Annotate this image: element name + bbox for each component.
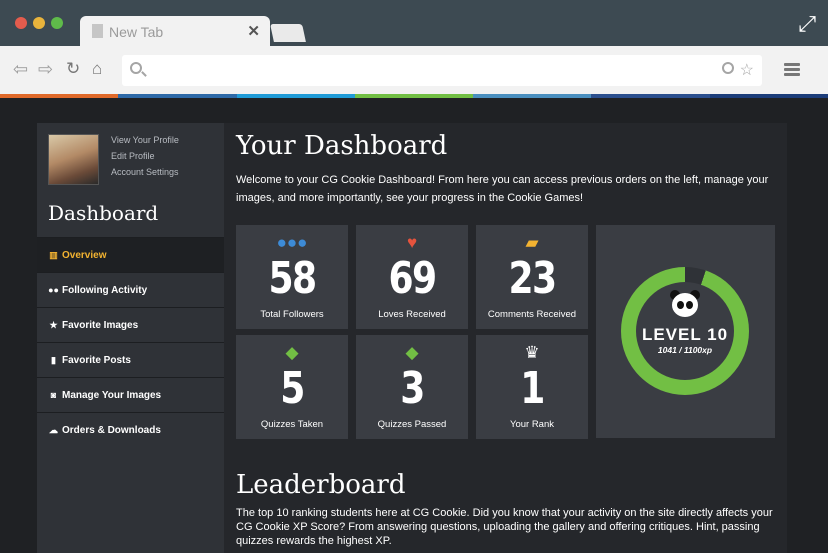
account-settings-link[interactable]: Account Settings xyxy=(111,167,179,177)
stat-label: Quizzes Passed xyxy=(377,419,447,430)
stat-label: Comments Received xyxy=(487,309,577,320)
stat-card-quizzes-taken: ◆ 5 Quizzes Taken xyxy=(236,335,348,439)
sidebar-item-label: Favorite Images xyxy=(62,319,139,331)
edit-profile-link[interactable]: Edit Profile xyxy=(111,151,179,161)
level-progress-ring: LEVEL 10 1041 / 1100xp xyxy=(621,267,749,395)
stat-label: Quizzes Taken xyxy=(260,419,324,430)
star-icon: ★ xyxy=(49,319,58,330)
sidebar-item-label: Overview xyxy=(62,249,107,261)
sidebar-item-favorite-images[interactable]: ★ Favorite Images xyxy=(37,307,224,342)
new-tab-button[interactable] xyxy=(270,24,306,42)
sidebar-item-following-activity[interactable]: ●● Following Activity xyxy=(37,272,224,307)
stat-label: Total Followers xyxy=(260,309,324,320)
view-profile-link[interactable]: View Your Profile xyxy=(111,135,179,145)
sidebar: View Your Profile Edit Profile Account S… xyxy=(37,123,224,553)
stat-label: Your Rank xyxy=(509,419,554,430)
trophy-icon: ♛ xyxy=(524,343,540,362)
leaderboard-title: Leaderboard xyxy=(236,470,406,500)
sidebar-menu: ▥ Overview ●● Following Activity ★ Favor… xyxy=(37,237,224,447)
sidebar-item-manage-images[interactable]: ◙ Manage Your Images xyxy=(37,377,224,412)
sidebar-item-label: Orders & Downloads xyxy=(62,424,161,436)
graduation-cap-icon: ◆ xyxy=(405,343,419,362)
heart-icon: ♥ xyxy=(406,233,418,252)
stat-value: 58 xyxy=(268,253,318,304)
hamburger-menu-icon[interactable] xyxy=(784,63,800,77)
bookmark-icon: ▮ xyxy=(51,354,56,365)
page-icon xyxy=(92,24,103,38)
stat-value: 5 xyxy=(280,363,305,414)
stat-card-rank: ♛ 1 Your Rank xyxy=(476,335,588,439)
browser-titlebar: New Tab ✕ ⤢ xyxy=(0,0,828,46)
stat-card-followers: ●●● 58 Total Followers xyxy=(236,225,348,329)
users-icon: ●●● xyxy=(276,233,308,252)
chart-icon: ▥ xyxy=(49,249,58,260)
sidebar-item-label: Following Activity xyxy=(62,284,148,296)
graduation-cap-icon: ◆ xyxy=(285,343,299,362)
sidebar-item-orders-downloads[interactable]: ☁ Orders & Downloads xyxy=(37,412,224,447)
minimize-window-button[interactable] xyxy=(33,17,45,29)
search-icon xyxy=(130,62,142,74)
back-arrow-icon[interactable]: ⇦ xyxy=(13,59,28,80)
tab-title: New Tab xyxy=(109,24,164,40)
users-icon: ●● xyxy=(48,285,59,295)
stat-value: 1 xyxy=(520,363,545,414)
sidebar-title: Dashboard xyxy=(48,201,159,225)
page: View Your Profile Edit Profile Account S… xyxy=(0,98,828,553)
cloud-download-icon: ☁ xyxy=(49,424,58,435)
sidebar-item-label: Manage Your Images xyxy=(62,389,162,401)
intro-text: Welcome to your CG Cookie Dashboard! Fro… xyxy=(236,174,769,204)
level-card: LEVEL 10 1041 / 1100xp xyxy=(596,225,775,438)
home-icon[interactable]: ⌂ xyxy=(92,59,102,79)
close-window-button[interactable] xyxy=(15,17,27,29)
stat-value: 3 xyxy=(400,363,425,414)
stat-label: Loves Received xyxy=(378,309,446,320)
address-bar[interactable]: ☆ xyxy=(122,55,762,86)
star-icon[interactable]: ☆ xyxy=(740,60,754,80)
stat-value: 23 xyxy=(508,253,558,304)
stat-card-comments: ▰ 23 Comments Received xyxy=(476,225,588,329)
panda-icon xyxy=(669,290,701,320)
browser-tab[interactable]: New Tab ✕ xyxy=(80,16,270,46)
profile-links: View Your Profile Edit Profile Account S… xyxy=(111,135,179,183)
main-content: Your Dashboard Welcome to your CG Cookie… xyxy=(224,123,787,553)
xp-label: 1041 / 1100xp xyxy=(657,345,713,355)
reload-icon[interactable]: ↻ xyxy=(66,59,80,79)
level-ring-center: LEVEL 10 1041 / 1100xp xyxy=(636,282,734,380)
camera-icon: ◙ xyxy=(50,390,57,400)
tab-close-icon[interactable]: ✕ xyxy=(247,22,260,40)
avatar[interactable] xyxy=(48,134,99,185)
leaderboard-description: The top 10 ranking students here at CG C… xyxy=(236,507,773,547)
sidebar-item-favorite-posts[interactable]: ▮ Favorite Posts xyxy=(37,342,224,377)
stat-value: 69 xyxy=(388,253,438,304)
page-title: Your Dashboard xyxy=(236,131,448,161)
comments-icon: ▰ xyxy=(525,233,539,252)
stat-card-quizzes-passed: ◆ 3 Quizzes Passed xyxy=(356,335,468,439)
sidebar-item-overview[interactable]: ▥ Overview xyxy=(37,237,224,272)
browser-toolbar: ⇦ ⇨ ↻ ⌂ ☆ xyxy=(0,46,828,94)
maximize-window-button[interactable] xyxy=(51,17,63,29)
zoom-icon[interactable] xyxy=(722,62,734,74)
forward-arrow-icon[interactable]: ⇨ xyxy=(38,59,53,80)
expand-icon[interactable]: ⤢ xyxy=(798,11,816,37)
sidebar-item-label: Favorite Posts xyxy=(62,354,131,366)
stat-card-loves: ♥ 69 Loves Received xyxy=(356,225,468,329)
level-label: LEVEL 10 xyxy=(641,325,729,344)
